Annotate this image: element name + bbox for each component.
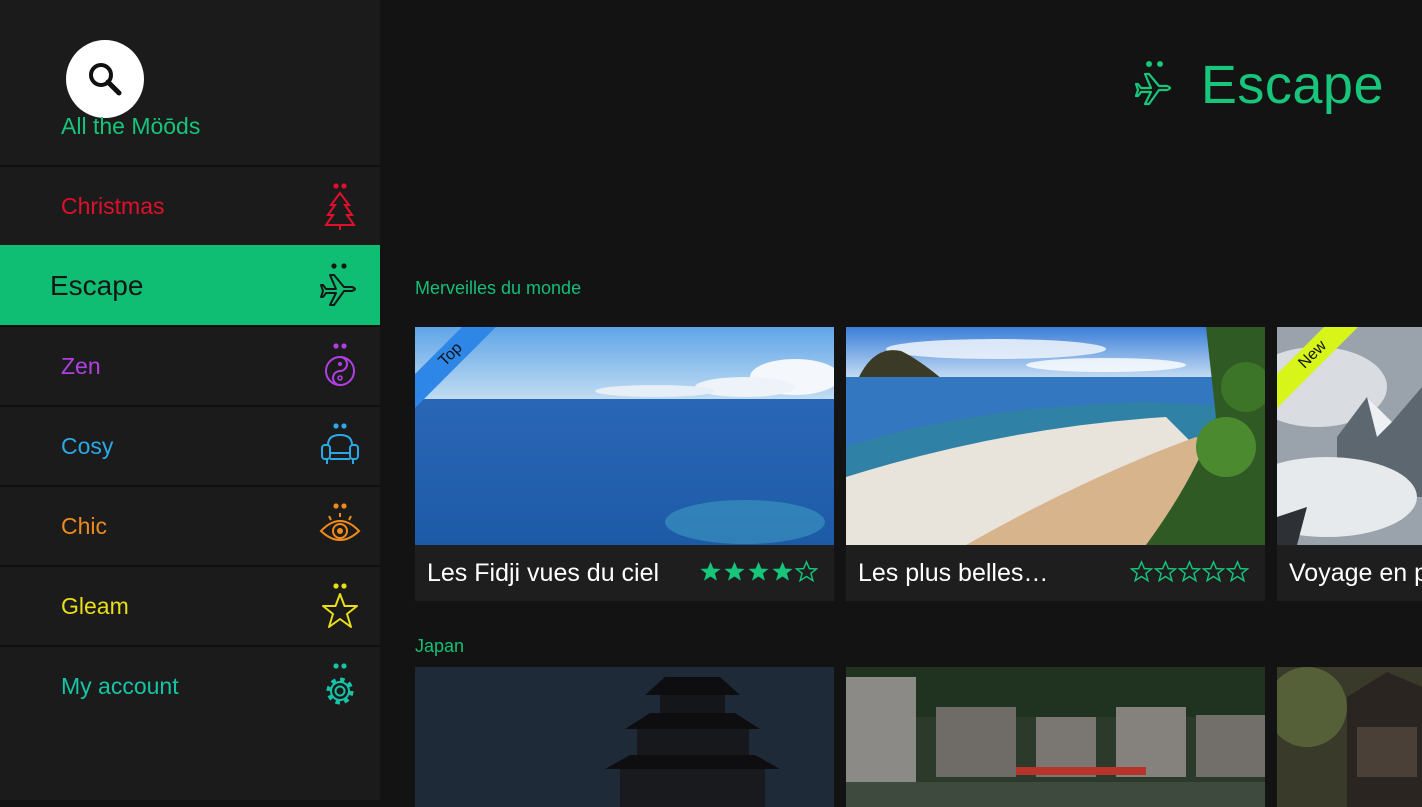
video-card[interactable]: New Voyage en p	[1277, 327, 1422, 601]
search-button[interactable]	[66, 40, 144, 118]
card-title: Voyage en p	[1289, 559, 1422, 587]
sidebar-item-christmas[interactable]: Christmas	[0, 165, 380, 245]
section-title: Merveilles du monde	[415, 278, 582, 298]
search-icon	[89, 63, 122, 96]
sidebar-item-gleam[interactable]: Gleam	[0, 565, 380, 645]
rating-stars	[699, 560, 818, 583]
sidebar-item-chic[interactable]: Chic	[0, 485, 380, 565]
sidebar-item-zen[interactable]: Zen	[0, 325, 380, 405]
rating-stars	[1130, 560, 1249, 583]
sidebar-item-label: My account	[61, 672, 179, 699]
video-card[interactable]	[846, 667, 1265, 807]
tree-icon	[324, 183, 356, 230]
section-title: Japan	[415, 636, 465, 656]
sidebar-item-label: Zen	[61, 352, 101, 379]
mood-list: Christmas Escape Zen Cosy Chic Gleam My …	[0, 165, 380, 725]
page-title: Escape	[1200, 55, 1384, 115]
video-card[interactable]: Top Les Fidji vues du ciel	[415, 327, 834, 601]
yin-yang-icon	[325, 343, 355, 386]
star-empty-icon	[1202, 560, 1225, 583]
eye-icon	[319, 503, 361, 541]
sidebar-item-label: Escape	[50, 270, 144, 301]
sidebar-item-label: Christmas	[61, 192, 165, 219]
star-filled-icon	[772, 561, 793, 581]
all-moods-link[interactable]: All the Möōds	[61, 113, 200, 140]
star-empty-icon	[1154, 560, 1177, 583]
star-filled-icon	[748, 561, 769, 581]
star-filled-icon	[724, 561, 745, 581]
sidebar-item-label: Cosy	[61, 432, 114, 459]
star-filled-icon	[700, 561, 721, 581]
star-empty-icon	[1130, 560, 1153, 583]
sidebar-item-escape[interactable]: Escape	[0, 245, 380, 325]
sidebar-item-label: Chic	[61, 512, 108, 539]
gear-icon	[326, 663, 354, 705]
page-header: Escape	[1133, 54, 1384, 116]
card-thumbnail: New	[1277, 327, 1422, 545]
star-icon	[322, 583, 358, 628]
video-card[interactable]	[415, 667, 834, 807]
star-empty-icon	[795, 560, 818, 583]
card-title: Les plus belles…	[858, 559, 1049, 587]
card-thumbnail	[1277, 667, 1422, 807]
sidebar-item-cosy[interactable]: Cosy	[0, 405, 380, 485]
star-empty-icon	[1226, 560, 1249, 583]
card-thumbnail	[846, 667, 1265, 807]
sidebar-item-label: Gleam	[61, 592, 129, 619]
armchair-icon	[321, 423, 359, 464]
star-empty-icon	[1178, 560, 1201, 583]
video-card[interactable]	[1277, 667, 1422, 807]
card-thumbnail: Top	[415, 327, 834, 545]
plane-icon	[1134, 61, 1171, 106]
card-title: Les Fidji vues du ciel	[427, 559, 660, 587]
card-thumbnail	[415, 667, 834, 807]
main-content: Escape Merveilles du monde Top Les Fidji…	[380, 0, 1422, 807]
video-card[interactable]: Les plus belles…	[846, 327, 1265, 601]
plane-icon	[320, 263, 356, 306]
sidebar: All the Möōds Christmas Escape Zen Cosy …	[0, 0, 380, 800]
sidebar-item-my-account[interactable]: My account	[0, 645, 380, 725]
card-thumbnail	[846, 327, 1265, 545]
